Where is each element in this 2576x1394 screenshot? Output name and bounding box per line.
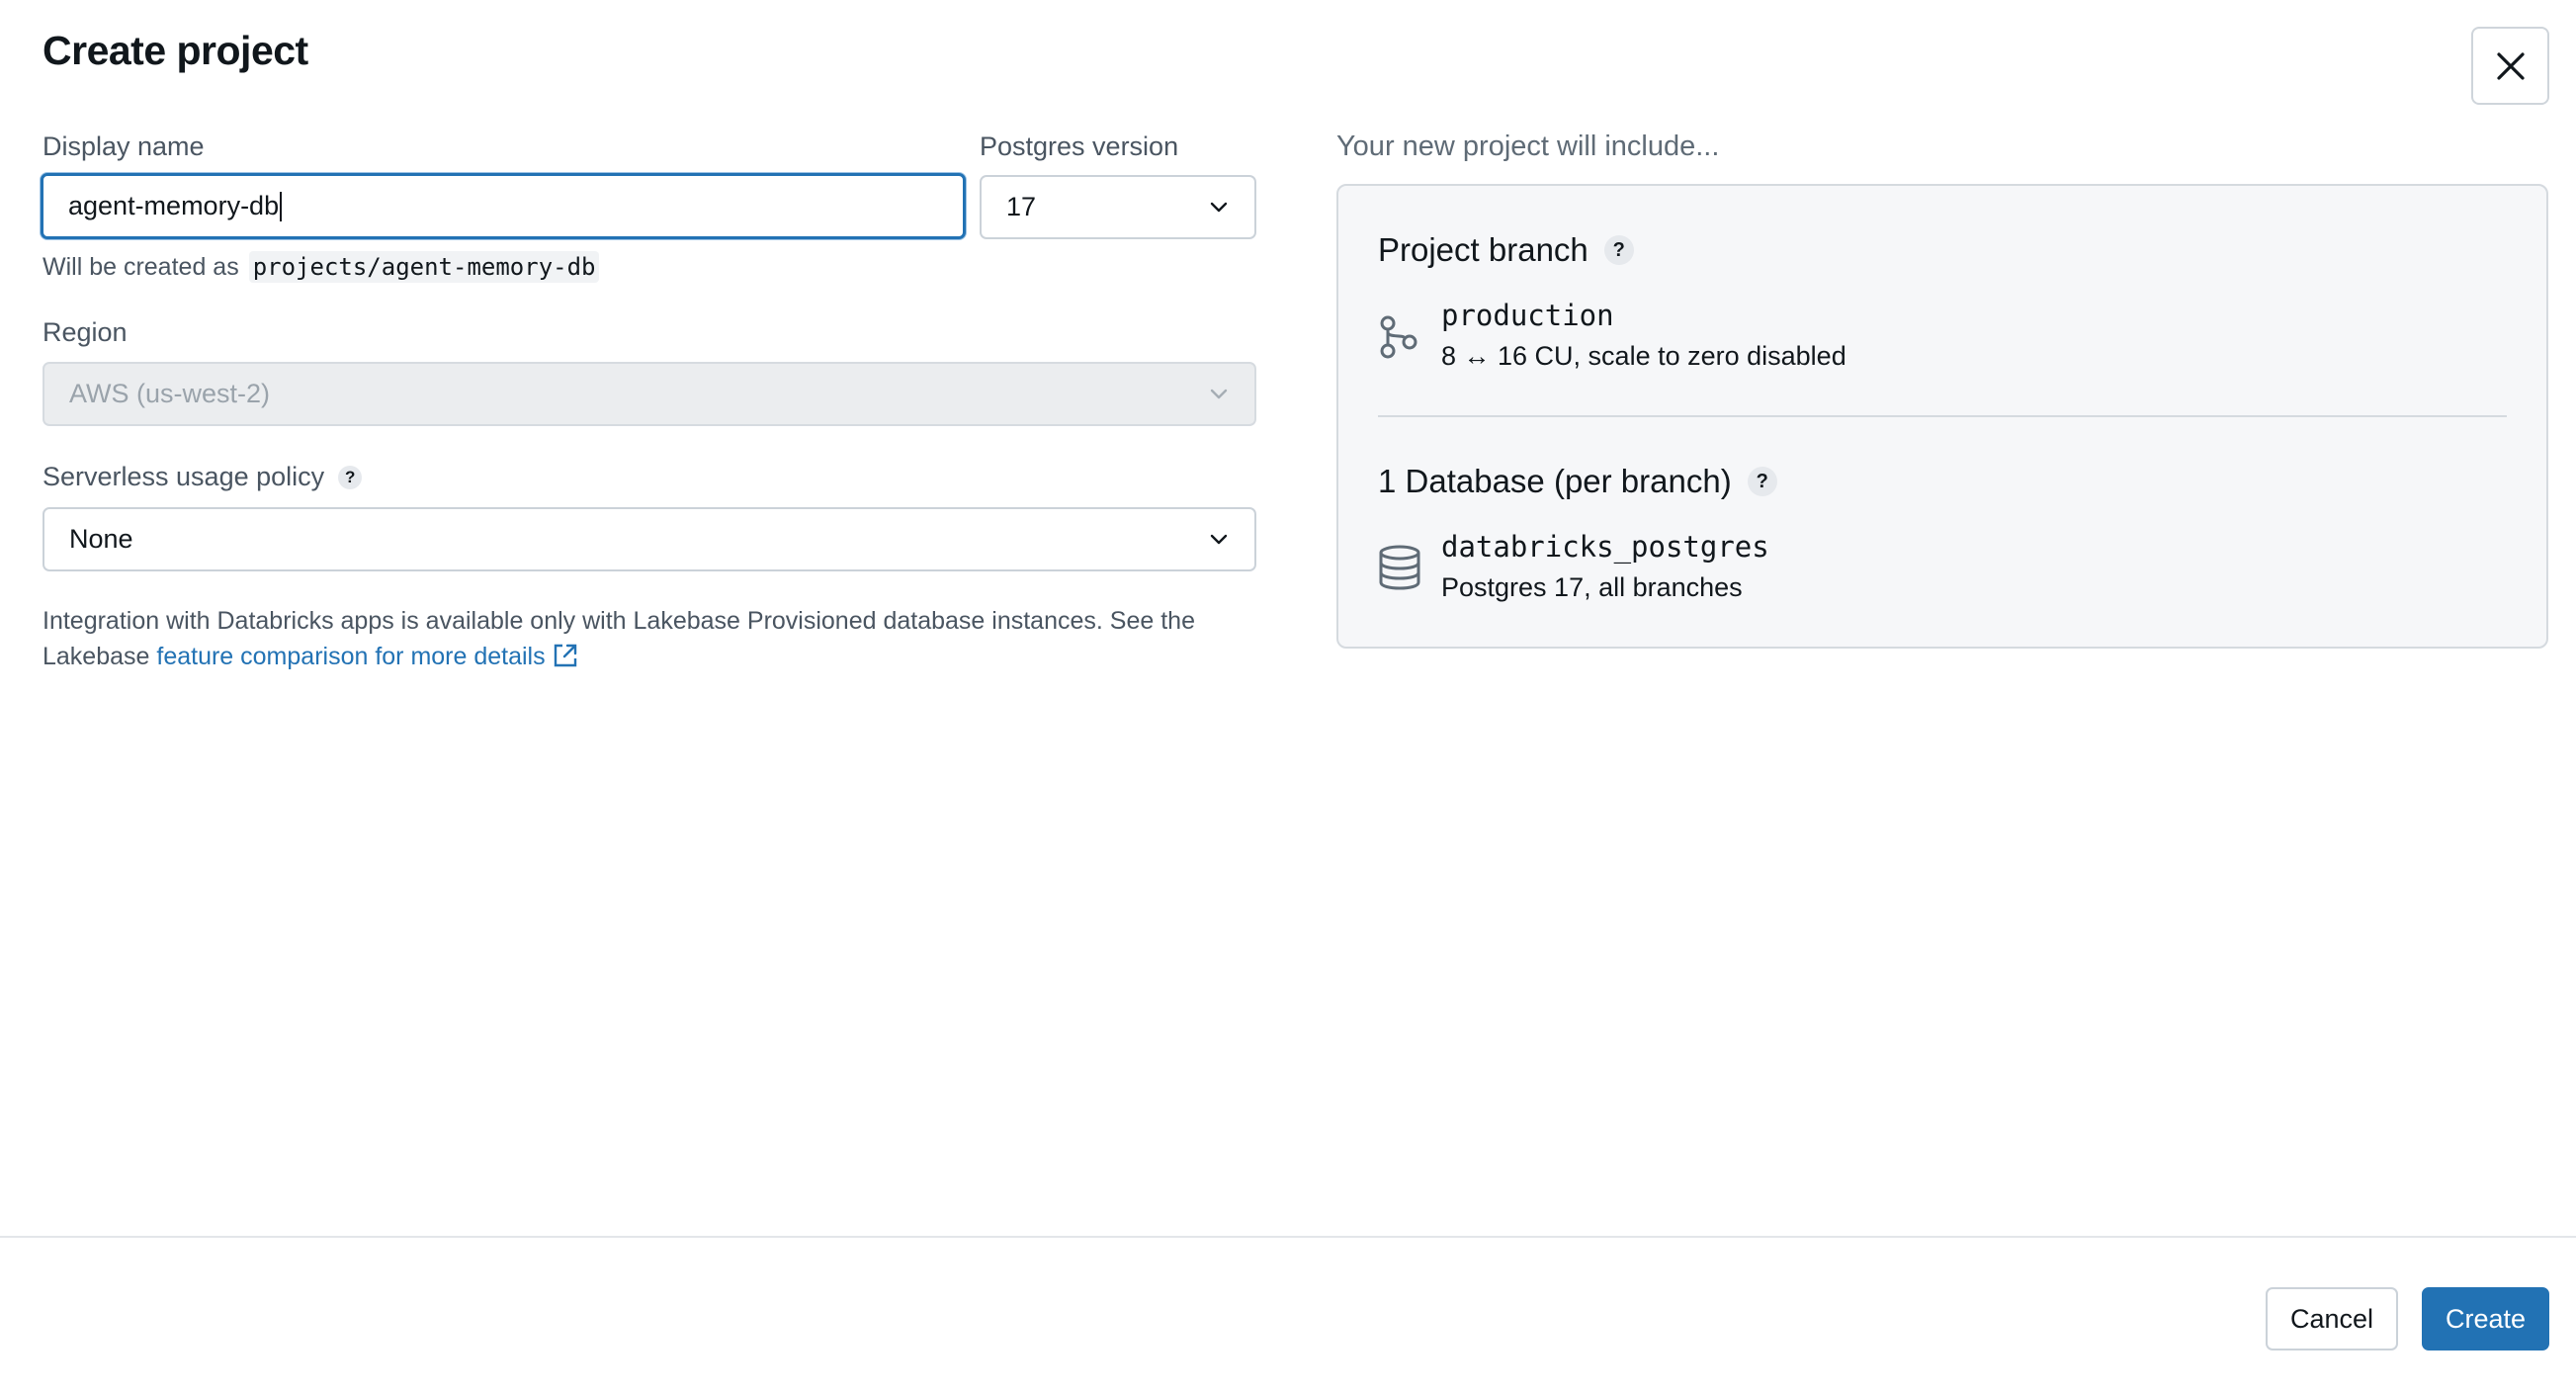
feature-comparison-link-text: feature comparison for more details (156, 643, 546, 670)
integration-note: Integration with Databricks apps is avai… (43, 603, 1258, 674)
display-name-label: Display name (43, 131, 205, 161)
branch-detail: 8 ↔ 16 CU, scale to zero disabled (1441, 341, 1846, 371)
help-icon[interactable]: ? (1603, 235, 1634, 265)
created-as-prefix: Will be created as (43, 252, 239, 281)
region-select: AWS (us-west-2) (43, 362, 1256, 426)
text-caret (280, 191, 283, 221)
usage-policy-label-text: Serverless usage policy (43, 462, 325, 491)
footer-divider (0, 1236, 2576, 1238)
chevron-down-icon (1210, 202, 1228, 212)
usage-policy-label: Serverless usage policy ? (43, 462, 363, 492)
database-icon (1379, 545, 1420, 590)
help-icon[interactable]: ? (1747, 467, 1777, 496)
database-name: databricks_postgres (1441, 530, 1769, 564)
database-heading: 1 Database (per branch) ? (1378, 463, 1777, 500)
database-detail: Postgres 17, all branches (1441, 572, 1743, 602)
close-button[interactable] (2471, 27, 2549, 105)
create-project-dialog: Create project Display name agent-memory… (0, 0, 2576, 1394)
postgres-version-value: 17 (1006, 192, 1037, 221)
chevron-down-icon (1210, 389, 1228, 398)
help-icon[interactable]: ? (338, 465, 363, 489)
cancel-button[interactable]: Cancel (2266, 1287, 2398, 1350)
project-branch-heading: Project branch ? (1378, 231, 1634, 269)
summary-label: Your new project will include... (1336, 131, 1720, 162)
database-heading-text: 1 Database (per branch) (1378, 463, 1732, 499)
created-as-hint: Will be created as projects/agent-memory… (43, 251, 600, 283)
chevron-down-icon (1210, 534, 1228, 544)
usage-policy-select[interactable]: None (43, 507, 1256, 571)
create-button[interactable]: Create (2422, 1287, 2549, 1350)
close-icon (2496, 51, 2525, 80)
region-label: Region (43, 317, 128, 347)
usage-policy-value: None (69, 524, 133, 554)
dialog-title: Create project (43, 28, 308, 73)
branch-name: production (1441, 299, 1614, 332)
summary-card: Project branch ? production 8 ↔ 16 CU, s… (1336, 184, 2548, 649)
card-divider (1378, 415, 2507, 417)
display-name-input[interactable]: agent-memory-db (41, 173, 966, 239)
region-value: AWS (us-west-2) (69, 379, 271, 408)
postgres-version-select[interactable]: 17 (980, 175, 1256, 239)
external-link-icon (554, 644, 576, 667)
postgres-version-label: Postgres version (980, 131, 1179, 161)
feature-comparison-link[interactable]: feature comparison for more details (156, 643, 578, 670)
display-name-value: agent-memory-db (68, 191, 280, 220)
branch-icon (1380, 315, 1417, 359)
project-branch-heading-text: Project branch (1378, 231, 1589, 268)
created-as-path: projects/agent-memory-db (248, 251, 600, 283)
